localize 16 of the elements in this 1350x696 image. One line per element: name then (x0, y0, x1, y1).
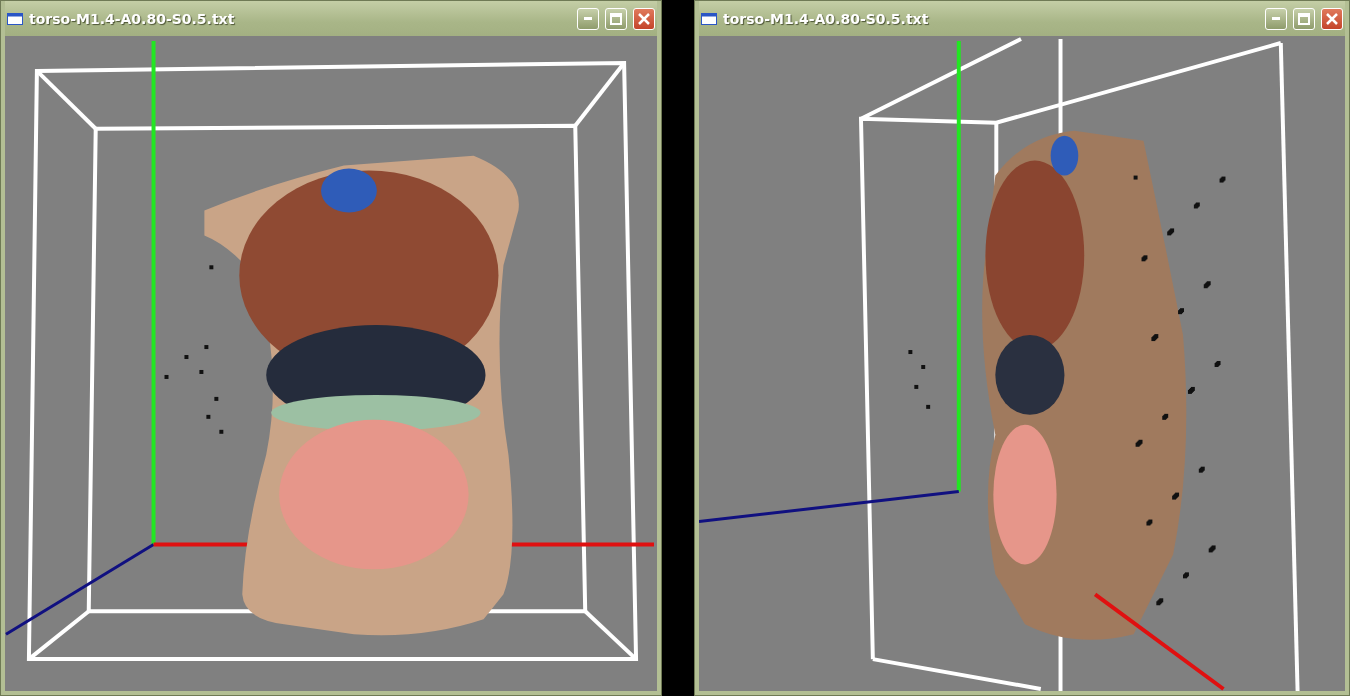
maximize-icon (1298, 12, 1310, 25)
minimize-button[interactable] (577, 7, 599, 30)
close-button[interactable] (1321, 7, 1343, 30)
window-icon (701, 12, 717, 25)
close-icon (1326, 12, 1338, 25)
maximize-button[interactable] (1293, 7, 1315, 30)
window-icon (7, 12, 23, 25)
minimize-button[interactable] (1265, 7, 1287, 30)
window-title: torso-M1.4-A0.80-S0.5.txt (29, 10, 236, 27)
maximize-button[interactable] (605, 7, 627, 30)
minimize-icon (584, 17, 592, 20)
window-title: torso-M1.4-A0.80-S0.5.txt (723, 10, 930, 27)
minimize-icon (1272, 17, 1280, 20)
close-icon (638, 12, 650, 25)
close-button[interactable] (633, 7, 655, 30)
maximize-icon (610, 12, 622, 25)
